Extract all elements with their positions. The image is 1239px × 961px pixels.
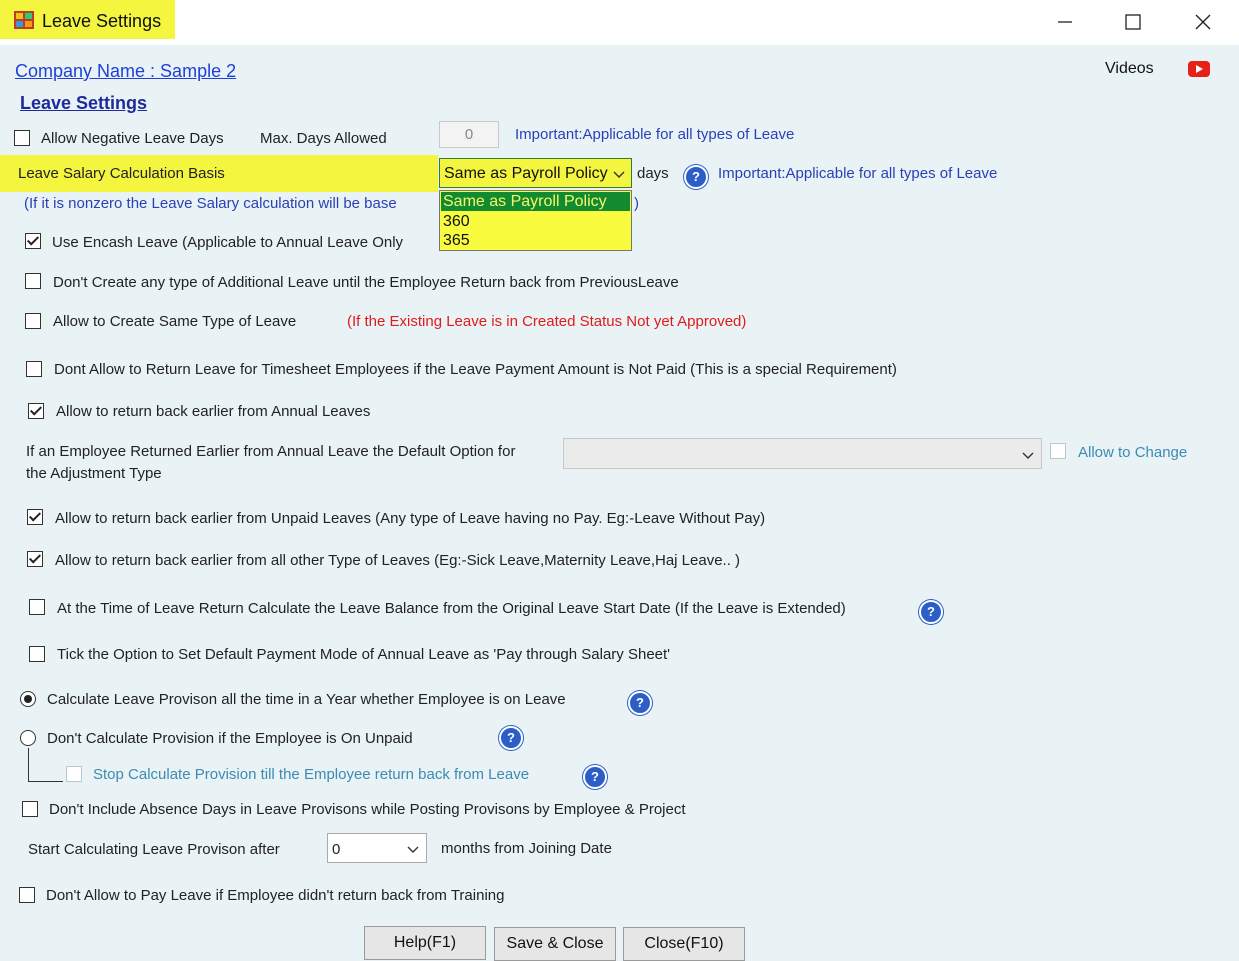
max-days-input[interactable]: 0 (439, 121, 499, 148)
same-type-leave-note: (If the Existing Leave is in Created Sta… (347, 313, 747, 330)
encash-leave-checkbox[interactable] (25, 233, 41, 249)
pay-salary-sheet-label: Tick the Option to Set Default Payment M… (57, 646, 671, 663)
adjustment-type-label-2: the Adjustment Type (26, 465, 162, 482)
return-other-label: Allow to return back earlier from all ot… (55, 552, 741, 569)
exclude-absence-label: Don't Include Absence Days in Leave Prov… (49, 801, 686, 818)
no-additional-leave-checkbox[interactable] (25, 273, 41, 289)
stop-provision-checkbox[interactable] (66, 766, 82, 782)
provision-not-unpaid-label: Don't Calculate Provision if the Employe… (47, 730, 413, 747)
provision-all-time-label: Calculate Leave Provison all the time in… (47, 691, 566, 708)
help-icon[interactable]: ? (684, 165, 708, 189)
youtube-icon[interactable] (1188, 61, 1210, 77)
stop-provision-label: Stop Calculate Provision till the Employ… (93, 766, 530, 783)
help-button[interactable]: Help(F1) (364, 926, 486, 960)
return-annual-checkbox[interactable] (28, 403, 44, 419)
return-annual-label: Allow to return back earlier from Annual… (56, 403, 371, 420)
adjustment-type-label-1: If an Employee Returned Earlier from Ann… (26, 443, 516, 460)
encash-leave-label: Use Encash Leave (Applicable to Annual L… (52, 234, 404, 251)
salary-basis-hint-end: ) (634, 195, 639, 212)
tree-line-horizontal (28, 781, 63, 782)
dropdown-option-365[interactable]: 365 (441, 231, 630, 250)
help-icon[interactable]: ? (499, 726, 523, 750)
timesheet-return-checkbox[interactable] (26, 361, 42, 377)
original-start-date-label: At the Time of Leave Return Calculate th… (57, 600, 846, 617)
provision-all-time-radio[interactable] (20, 691, 36, 707)
salary-basis-label: Leave Salary Calculation Basis (18, 165, 225, 182)
close-button[interactable]: Close(F10) (623, 927, 745, 961)
timesheet-return-label: Dont Allow to Return Leave for Timesheet… (54, 361, 897, 378)
negative-leave-note: Important:Applicable for all types of Le… (515, 126, 795, 143)
allow-negative-leave-checkbox[interactable] (14, 130, 30, 146)
videos-label[interactable]: Videos (1105, 60, 1154, 78)
allow-negative-leave-label: Allow Negative Leave Days (41, 130, 224, 147)
app-icon (14, 11, 34, 29)
allow-change-checkbox[interactable] (1050, 443, 1066, 459)
no-additional-leave-label: Don't Create any type of Additional Leav… (53, 274, 679, 291)
allow-change-label: Allow to Change (1078, 444, 1188, 461)
original-start-date-checkbox[interactable] (29, 599, 45, 615)
company-name-link[interactable]: Company Name : Sample 2 (15, 61, 236, 82)
help-icon[interactable]: ? (628, 691, 652, 715)
salary-basis-unit: days (637, 165, 669, 182)
max-days-label: Max. Days Allowed (260, 130, 387, 147)
close-icon[interactable] (1180, 6, 1226, 38)
dropdown-option-payroll-policy[interactable]: Same as Payroll Policy (441, 192, 630, 211)
salary-basis-note: Important:Applicable for all types of Le… (718, 165, 998, 182)
training-label: Don't Allow to Pay Leave if Employee did… (46, 887, 505, 904)
training-checkbox[interactable] (19, 887, 35, 903)
pay-salary-sheet-checkbox[interactable] (29, 646, 45, 662)
adjustment-type-select[interactable] (563, 438, 1042, 469)
save-close-button[interactable]: Save & Close (494, 927, 616, 961)
dropdown-option-360[interactable]: 360 (441, 212, 630, 231)
salary-basis-hint: (If it is nonzero the Leave Salary calcu… (24, 195, 397, 212)
provision-not-unpaid-radio[interactable] (20, 730, 36, 746)
same-type-leave-checkbox[interactable] (25, 313, 41, 329)
chevron-down-icon[interactable] (406, 842, 420, 856)
chevron-down-icon[interactable] (1021, 448, 1035, 462)
return-other-checkbox[interactable] (27, 551, 43, 567)
maximize-icon[interactable] (1110, 6, 1156, 38)
return-unpaid-label: Allow to return back earlier from Unpaid… (55, 510, 766, 527)
minimize-icon[interactable] (1042, 6, 1088, 38)
section-title: Leave Settings (20, 93, 148, 113)
salary-basis-selected: Same as Payroll Policy (444, 165, 608, 182)
start-after-label: Start Calculating Leave Provison after (28, 841, 280, 858)
return-unpaid-checkbox[interactable] (27, 509, 43, 525)
help-icon[interactable]: ? (583, 765, 607, 789)
chevron-down-icon[interactable] (612, 167, 626, 181)
start-after-value: 0 (332, 841, 341, 858)
same-type-leave-label: Allow to Create Same Type of Leave (53, 313, 297, 330)
start-after-unit: months from Joining Date (441, 840, 612, 857)
help-icon[interactable]: ? (919, 600, 943, 624)
window-title: Leave Settings (42, 11, 162, 31)
tree-line-vertical (28, 748, 29, 781)
exclude-absence-checkbox[interactable] (22, 801, 38, 817)
